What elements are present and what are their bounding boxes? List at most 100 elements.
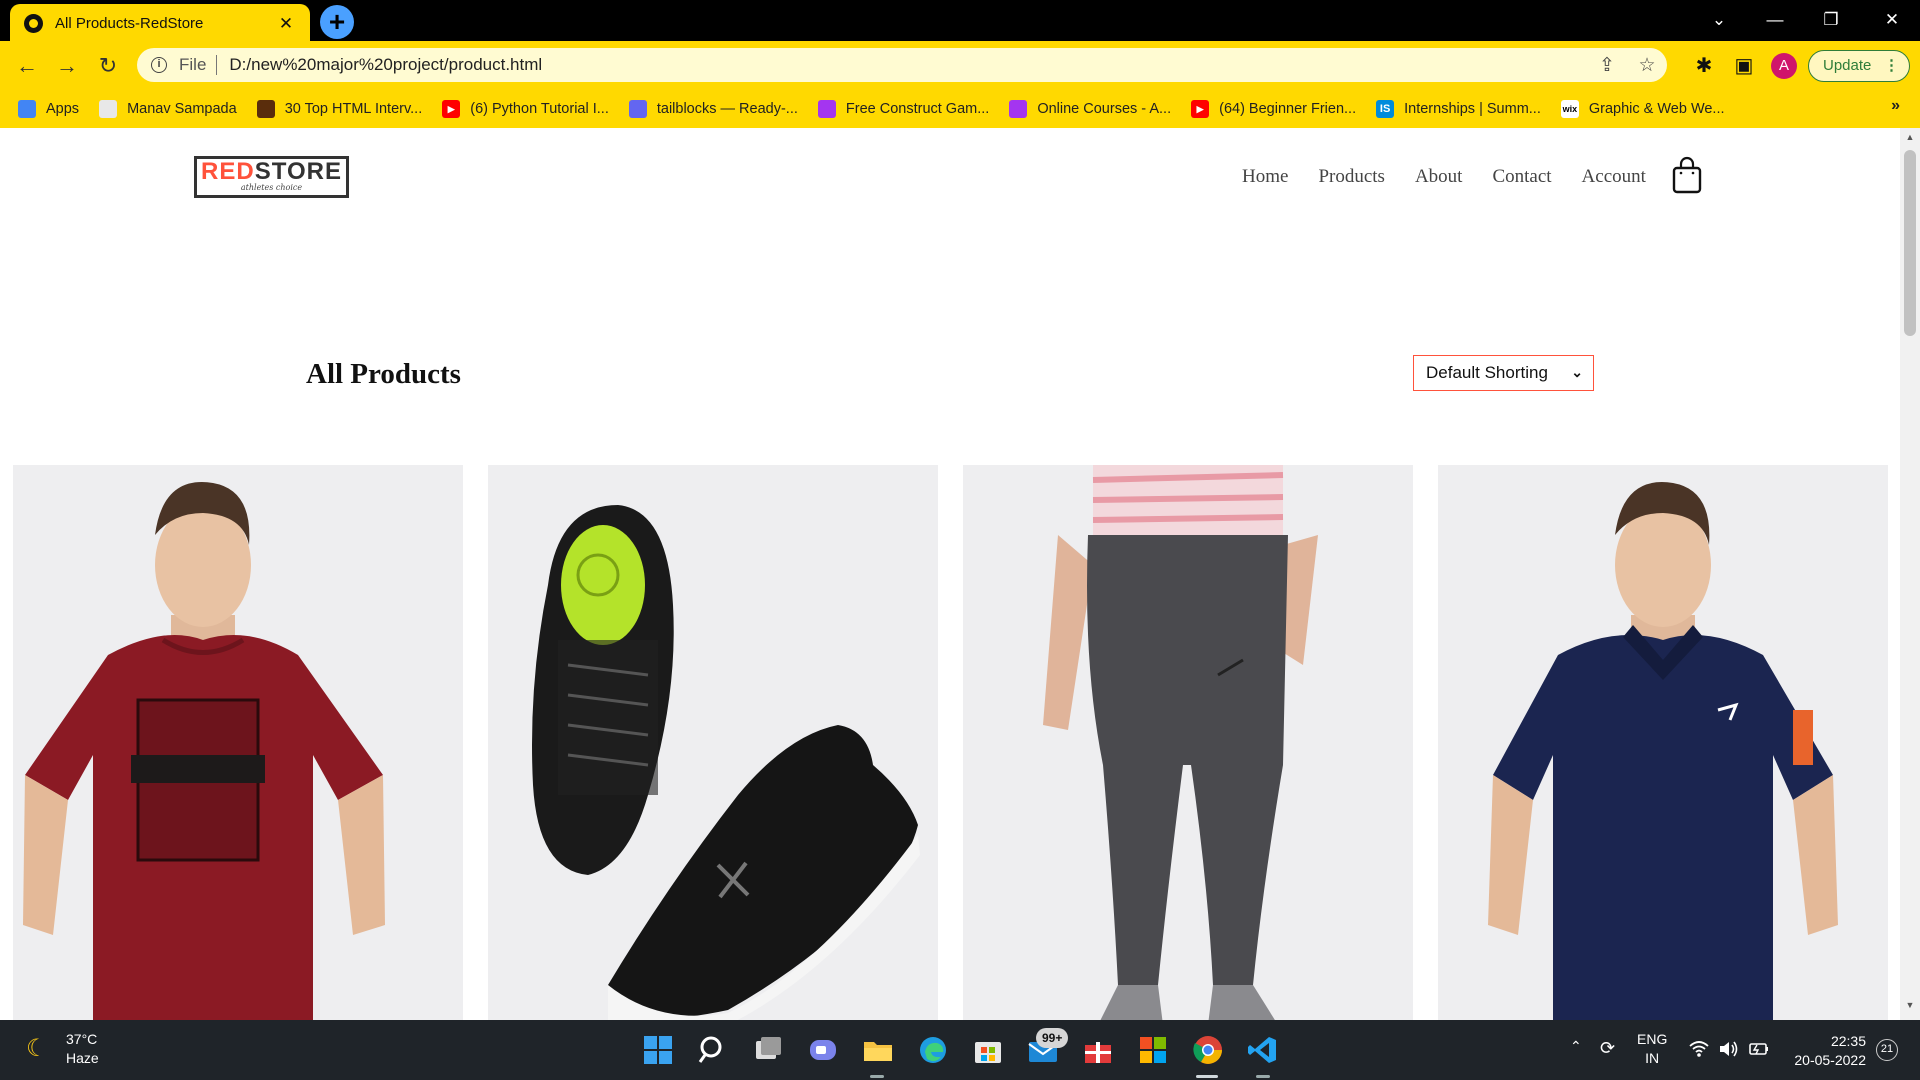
notification-count-badge[interactable]: 21 [1876,1039,1898,1061]
bookmark-label: (64) Beginner Frien... [1219,100,1357,117]
scrollbar-thumb[interactable] [1904,150,1916,336]
bookmark-item[interactable]: Manav Sampada [99,99,237,118]
bookmark-item[interactable]: Free Construct Gam... [817,99,990,118]
url-scheme: File [179,55,207,74]
clock-date: 20-05-2022 [1794,1052,1866,1068]
udemy-icon [1009,99,1028,118]
bookmark-item[interactable]: 30 Top HTML Interv... [256,99,423,118]
weather-widget[interactable]: ☾ 37°C Haze [26,1030,99,1068]
moon-icon: ☾ [26,1035,48,1062]
product-image-black-shoes [488,465,938,1020]
redstore-logo[interactable]: REDSTORE athletes choice [194,156,349,198]
gift-icon[interactable] [1082,1034,1114,1066]
nav-contact[interactable]: Contact [1492,166,1551,188]
product-image-red-tshirt [13,465,463,1020]
language-code: ENG [1637,1031,1668,1047]
search-icon[interactable] [697,1034,729,1066]
wix-icon: wix [1560,99,1579,118]
system-clock[interactable]: 22:35 20-05-2022 [1782,1032,1866,1070]
bookmarks-overflow-icon[interactable]: » [1891,97,1900,115]
microsoft-store-icon[interactable] [972,1034,1004,1066]
bookmark-item[interactable]: ▶ (6) Python Tutorial I... [442,99,609,118]
start-windows-icon[interactable] [642,1034,674,1066]
minimize-icon[interactable]: — [1747,0,1803,41]
nav-products[interactable]: Products [1318,166,1385,188]
edge-browser-icon[interactable] [917,1034,949,1066]
mail-unread-badge: 99+ [1036,1028,1069,1048]
tab-close-icon[interactable]: ✕ [276,14,296,34]
product-card[interactable] [13,465,463,1020]
language-indicator[interactable]: ENG IN [1637,1030,1667,1068]
bookmark-label: Graphic & Web We... [1588,100,1725,117]
bookmark-star-icon[interactable]: ☆ [1627,54,1667,77]
bookmarks-bar: Apps Manav Sampada 30 Top HTML Interv... ▶ (… [0,89,1920,128]
logo-dark-text: STORE [254,158,342,185]
site-icon [256,99,275,118]
share-icon[interactable]: ⇪ [1587,54,1627,77]
update-button[interactable]: Update ⋮ [1808,50,1910,82]
chrome-active-indicator [1196,1075,1218,1078]
region-code: IN [1645,1050,1660,1066]
chrome-icon[interactable] [1192,1034,1224,1066]
internshala-icon: IS [1376,99,1395,118]
teams-chat-icon[interactable] [807,1034,839,1066]
vscode-running-indicator [1256,1075,1270,1078]
nav-account[interactable]: Account [1582,166,1646,188]
product-card[interactable] [1438,465,1888,1020]
vscode-icon[interactable] [1247,1034,1279,1066]
forward-icon[interactable]: → [52,51,82,81]
bookmark-item[interactable]: tailblocks — Ready-... [628,99,798,118]
product-card[interactable] [488,465,938,1020]
bookmark-label: Manav Sampada [127,100,237,117]
task-view-icon[interactable] [752,1034,784,1066]
new-tab-button[interactable]: + [320,5,354,39]
profile-avatar[interactable]: A [1771,53,1797,79]
tab-search-icon[interactable]: ⌄ [1691,0,1747,41]
browser-tab-active[interactable]: All Products-RedStore ✕ [10,4,310,43]
nav-home[interactable]: Home [1242,166,1288,188]
office-apps-icon[interactable] [1137,1034,1169,1066]
bookmark-item[interactable]: wix Graphic & Web We... [1560,99,1725,118]
shopping-bag-icon[interactable] [1672,156,1702,194]
menu-kebab-icon[interactable]: ⋮ [1884,51,1899,80]
volume-icon[interactable] [1718,1040,1740,1058]
side-panel-icon[interactable]: ▣ [1730,53,1758,81]
sync-icon[interactable]: ⟳ [1600,1038,1615,1059]
battery-icon[interactable] [1748,1040,1770,1058]
scroll-up-icon[interactable]: ▲ [1900,132,1920,148]
main-nav: Home Products About Contact Account [1212,166,1646,188]
bookmark-label: (6) Python Tutorial I... [470,100,609,117]
url-text[interactable]: D:/new%20major%20project/product.html [229,55,1587,75]
back-icon[interactable]: ← [12,51,42,81]
file-explorer-icon[interactable] [862,1034,894,1066]
youtube-icon: ▶ [442,99,461,118]
reload-icon[interactable]: ↻ [93,51,123,81]
product-card[interactable] [963,465,1413,1020]
scroll-down-icon[interactable]: ▼ [1900,1000,1920,1016]
bookmark-label: Apps [46,100,80,117]
bookmark-item[interactable]: IS Internships | Summ... [1376,99,1541,118]
bookmark-label: Free Construct Gam... [845,100,990,117]
tailblocks-icon [628,99,647,118]
restore-icon[interactable]: ❐ [1803,0,1859,41]
tray-overflow-icon[interactable]: ⌃ [1570,1038,1582,1055]
page-scrollbar[interactable]: ▲ ▼ [1900,128,1920,1020]
close-window-icon[interactable]: ✕ [1864,0,1920,41]
toolbar: ← → ↻ i File D:/new%20major%20project/pr… [0,41,1920,89]
extensions-puzzle-icon[interactable]: ✱ [1690,53,1718,81]
update-label: Update [1823,57,1872,74]
youtube-icon: ▶ [1191,99,1210,118]
nav-about[interactable]: About [1415,166,1463,188]
address-bar[interactable]: i File D:/new%20major%20project/product.… [137,48,1667,82]
bookmark-item[interactable]: Online Courses - A... [1009,99,1171,118]
product-image-navy-polo [1438,465,1888,1020]
bookmark-item[interactable]: ▶ (64) Beginner Frien... [1191,99,1357,118]
logo-tagline: athletes choice [240,183,303,192]
site-info-icon[interactable]: i [151,57,167,73]
site-favicon-icon [24,14,43,33]
wifi-icon[interactable] [1688,1040,1710,1058]
bookmark-item[interactable]: Apps [18,99,80,118]
sort-dropdown[interactable]: Default Shorting ⌄ [1413,355,1594,391]
bookmark-label: 30 Top HTML Interv... [284,100,423,117]
bookmark-label: tailblocks — Ready-... [656,100,798,117]
